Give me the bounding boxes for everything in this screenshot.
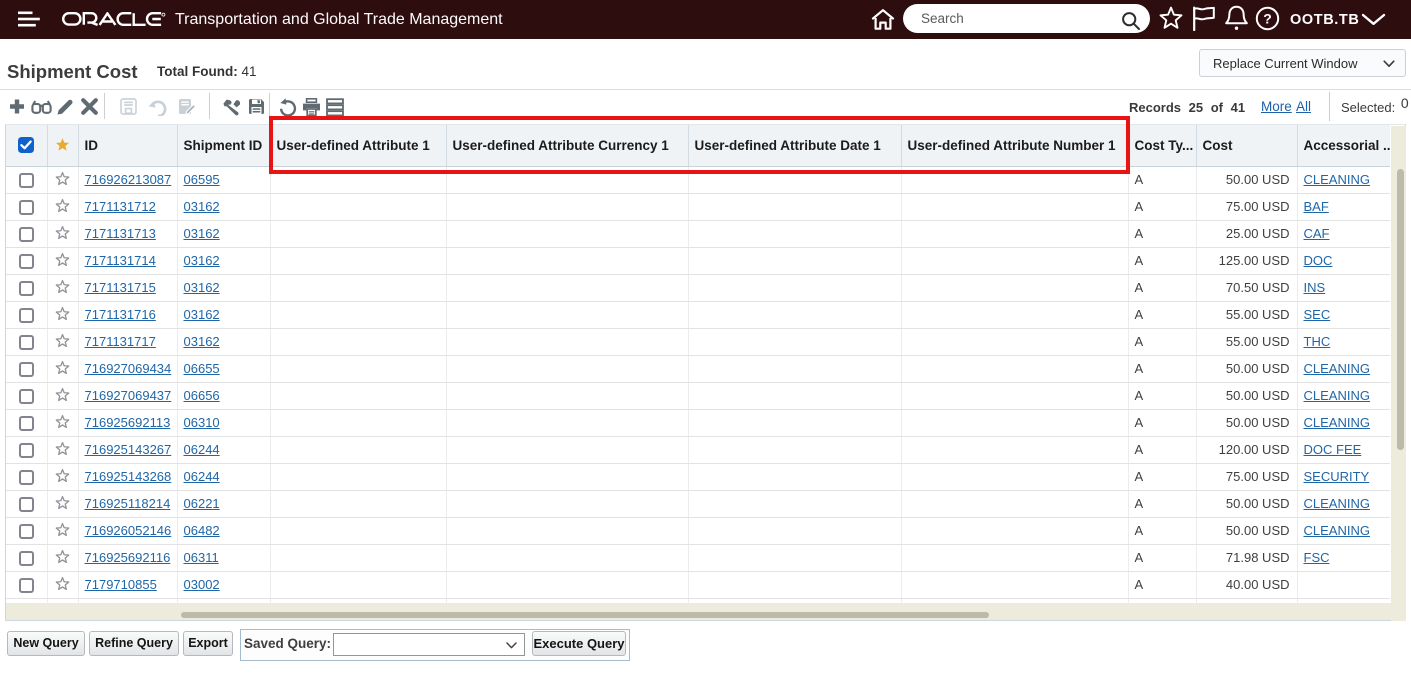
svg-text:?: ? [1263, 10, 1272, 26]
